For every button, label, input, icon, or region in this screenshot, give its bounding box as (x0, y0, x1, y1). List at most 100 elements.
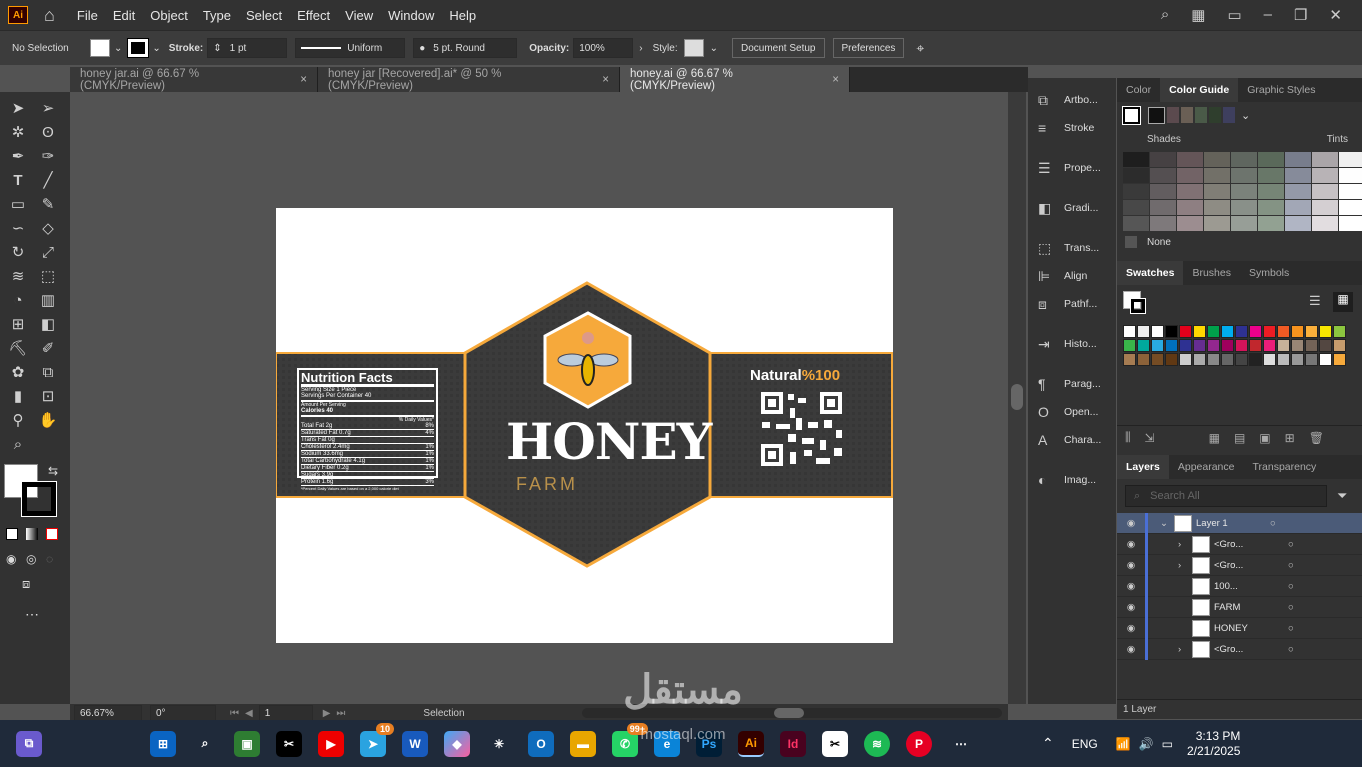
shade-swatch[interactable] (1339, 200, 1362, 215)
color-swatch[interactable] (1235, 325, 1248, 338)
warp-tool-icon[interactable]: ≋ (7, 267, 29, 287)
language-indicator[interactable]: ENG (1072, 737, 1098, 751)
shade-swatch[interactable] (1204, 168, 1230, 183)
shade-swatch[interactable] (1312, 200, 1338, 215)
shade-swatch[interactable] (1231, 216, 1257, 231)
shade-swatch[interactable] (1177, 184, 1203, 199)
import-icon[interactable]: ⇲ (1145, 431, 1155, 445)
shade-swatch[interactable] (1150, 168, 1176, 183)
vertical-scrollbar[interactable] (1008, 92, 1026, 704)
rotation-dropdown[interactable]: 0° (150, 705, 216, 721)
color-swatch[interactable] (1263, 339, 1276, 352)
sublayer-row[interactable]: ◉ › <Gro... ○ (1117, 554, 1362, 576)
knife-tool-icon[interactable]: ⚲ (7, 411, 29, 431)
target-icon[interactable]: ○ (1270, 518, 1276, 529)
color-guide-grid[interactable] (1123, 152, 1362, 231)
visibility-eye-icon[interactable]: ◉ (1117, 518, 1145, 529)
store-icon[interactable]: ▣ (234, 730, 260, 757)
hand-tool-icon[interactable]: ✋ (37, 411, 59, 431)
shade-swatch[interactable] (1123, 152, 1149, 167)
graph-tool-icon[interactable]: ▮ (7, 387, 29, 407)
color-swatch[interactable] (1165, 325, 1178, 338)
shade-swatch[interactable] (1258, 216, 1284, 231)
fill-swatch[interactable] (90, 39, 110, 57)
sublayer-row[interactable]: ◉ FARM ○ (1117, 596, 1362, 618)
shade-swatch[interactable] (1312, 216, 1338, 231)
mesh-tool-icon[interactable]: ⊞ (7, 315, 29, 335)
scrollbar-thumb[interactable] (774, 708, 804, 718)
tab-honey-jar[interactable]: honey jar.ai @ 66.67 % (CMYK/Preview) × (70, 67, 318, 92)
panel-image-trace[interactable]: ◐ Imag... (1028, 466, 1116, 494)
color-swatch[interactable] (1305, 339, 1318, 352)
blend-tool-icon[interactable]: ⛏ (7, 339, 29, 359)
preferences-button[interactable]: Preferences (832, 38, 905, 58)
type-tool-icon[interactable]: T (7, 171, 29, 191)
shade-swatch[interactable] (1285, 152, 1311, 167)
close-icon[interactable]: × (602, 74, 609, 86)
chevron-down-icon[interactable]: ⌄ (152, 43, 160, 54)
stroke-color-box[interactable] (21, 481, 57, 517)
shade-swatch[interactable] (1204, 184, 1230, 199)
selection-tool-icon[interactable]: ➤ (7, 99, 29, 119)
shade-swatch[interactable] (1204, 200, 1230, 215)
shade-swatch[interactable] (1123, 216, 1149, 231)
sublayer-row[interactable]: ◉ 100... ○ (1117, 575, 1362, 597)
shade-swatch[interactable] (1150, 200, 1176, 215)
shade-swatch[interactable] (1123, 184, 1149, 199)
style-swatch[interactable] (683, 39, 704, 57)
panel-pathfinder[interactable]: ⧈ Pathf... (1028, 290, 1116, 318)
capcut-desktop-icon[interactable]: ✂ (822, 730, 848, 757)
color-swatch[interactable] (1123, 353, 1136, 366)
color-swatch[interactable] (1207, 325, 1220, 338)
sublayer-row[interactable]: ◉ HONEY ○ (1117, 617, 1362, 639)
color-swatch[interactable] (1179, 325, 1192, 338)
shade-swatch[interactable] (1150, 216, 1176, 231)
shade-swatch[interactable] (1339, 216, 1362, 231)
visibility-eye-icon[interactable]: ◉ (1117, 644, 1145, 655)
menu-help[interactable]: Help (449, 8, 476, 23)
color-swatch[interactable] (1207, 339, 1220, 352)
color-swatch[interactable] (1207, 353, 1220, 366)
draw-behind-icon[interactable]: ◎ (26, 552, 36, 566)
color-swatch[interactable] (1137, 325, 1150, 338)
shade-swatch[interactable] (1285, 216, 1311, 231)
shade-swatch[interactable] (1150, 152, 1176, 167)
shade-swatch[interactable] (1312, 152, 1338, 167)
shade-swatch[interactable] (1285, 184, 1311, 199)
color-swatch[interactable] (1221, 353, 1234, 366)
tab-color-guide[interactable]: Color Guide (1160, 78, 1239, 102)
list-view-icon[interactable]: ☰ (1309, 293, 1327, 311)
menu-object[interactable]: Object (150, 8, 188, 23)
menu-type[interactable]: Type (203, 8, 231, 23)
expand-chevron-icon[interactable]: › (1178, 539, 1192, 550)
battery-icon[interactable]: ▭ (1162, 737, 1173, 751)
tab-symbols[interactable]: Symbols (1240, 261, 1298, 285)
restore-icon[interactable]: ❐ (1294, 6, 1307, 24)
tab-swatches[interactable]: Swatches (1117, 261, 1184, 285)
panel-properties[interactable]: ☰ Prope... (1028, 154, 1116, 182)
zoom-dropdown[interactable]: 66.67% (74, 705, 142, 721)
color-swatch[interactable] (1291, 339, 1304, 352)
copilot-icon[interactable]: ⧉ (16, 730, 42, 757)
pen-tool-icon[interactable]: ✒ (7, 147, 29, 167)
arrange-icon[interactable]: ▭ (1227, 6, 1241, 24)
line-tool-icon[interactable]: ╱ (37, 171, 59, 191)
close-icon[interactable]: × (300, 74, 307, 86)
panel-history[interactable]: ⇥ Histo... (1028, 330, 1116, 358)
swatch-options-icon[interactable]: ▤ (1234, 431, 1245, 445)
home-icon[interactable]: ⌂ (44, 5, 55, 26)
color-swatch[interactable] (1249, 339, 1262, 352)
draw-normal-icon[interactable]: ◉ (6, 552, 16, 566)
shade-swatch[interactable] (1231, 152, 1257, 167)
color-swatch[interactable] (1277, 325, 1290, 338)
document-setup-button[interactable]: Document Setup (732, 38, 825, 58)
shade-swatch[interactable] (1177, 200, 1203, 215)
color-swatch[interactable] (1263, 353, 1276, 366)
shade-swatch[interactable] (1123, 200, 1149, 215)
color-swatch[interactable] (1333, 339, 1346, 352)
wifi-icon[interactable]: 📶 (1116, 737, 1131, 751)
tab-honey-jar-recovered[interactable]: honey jar [Recovered].ai* @ 50 % (CMYK/P… (318, 67, 620, 92)
shade-swatch[interactable] (1312, 184, 1338, 199)
paintbrush-tool-icon[interactable]: ✎ (37, 195, 59, 215)
tab-honey[interactable]: honey.ai @ 66.67 % (CMYK/Preview) × (620, 67, 850, 92)
